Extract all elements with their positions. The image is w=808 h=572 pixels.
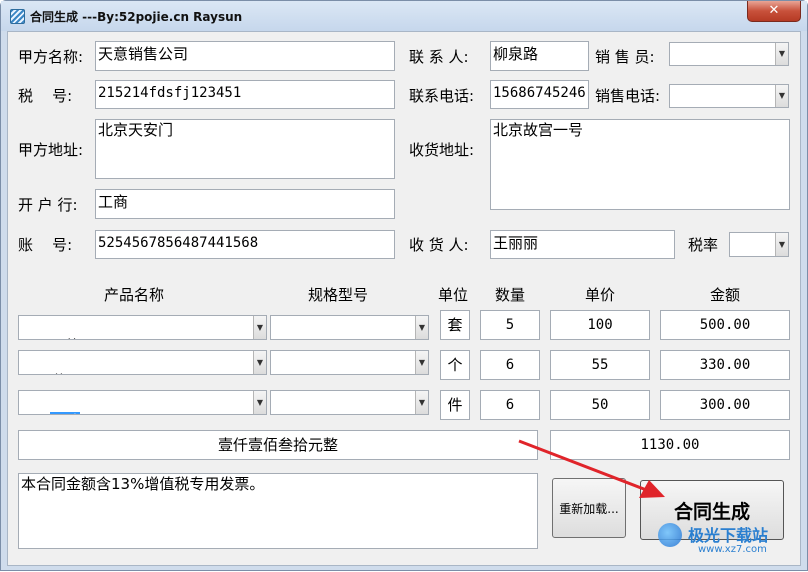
annotation-arrow — [518, 439, 665, 498]
app-window: 合同生成 ---By:52pojie.cn Raysun ✕ 甲方名称: 天意销… — [0, 0, 808, 571]
